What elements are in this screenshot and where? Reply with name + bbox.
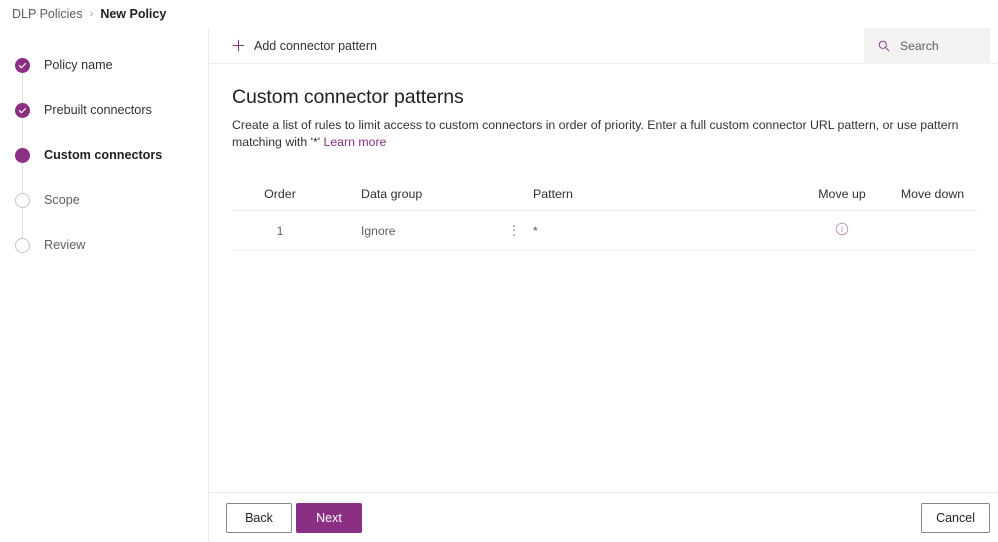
cell-move-up[interactable] bbox=[796, 222, 888, 239]
column-header-move-down: Move down bbox=[900, 186, 965, 201]
column-header-data-group: Data group bbox=[361, 186, 423, 201]
step-check-icon bbox=[15, 57, 30, 73]
sidebar-item-review[interactable]: Review bbox=[0, 230, 208, 260]
cancel-button[interactable]: Cancel bbox=[921, 503, 990, 533]
cell-data-group-value: Ignore bbox=[361, 223, 396, 238]
breadcrumb-current: New Policy bbox=[100, 7, 167, 21]
wizard-footer: Back Next Cancel bbox=[209, 492, 998, 542]
sidebar-item-label: Prebuilt connectors bbox=[44, 103, 152, 117]
wizard-sidebar: Policy name Prebuilt connectors Custom c… bbox=[0, 28, 209, 542]
sidebar-item-custom-connectors[interactable]: Custom connectors bbox=[0, 140, 208, 170]
sidebar-item-scope[interactable]: Scope bbox=[0, 185, 208, 215]
cell-pattern: * bbox=[533, 223, 538, 238]
page-description: Create a list of rules to limit access t… bbox=[232, 117, 975, 151]
breadcrumb-parent-link[interactable]: DLP Policies bbox=[12, 7, 83, 21]
data-group-more-options-icon[interactable] bbox=[510, 222, 518, 240]
sidebar-item-label: Policy name bbox=[44, 58, 113, 72]
add-connector-pattern-label: Add connector pattern bbox=[254, 38, 377, 53]
search-box[interactable] bbox=[864, 28, 990, 64]
step-pending-dot-icon bbox=[15, 192, 30, 208]
sidebar-item-label: Custom connectors bbox=[44, 148, 163, 162]
cell-order: 1 bbox=[276, 223, 284, 238]
column-header-move-up: Move up bbox=[818, 186, 866, 201]
sidebar-item-label: Review bbox=[44, 238, 86, 252]
sidebar-item-prebuilt-connectors[interactable]: Prebuilt connectors bbox=[0, 95, 208, 125]
add-connector-pattern-button[interactable]: Add connector pattern bbox=[209, 28, 387, 63]
back-button[interactable]: Back bbox=[226, 503, 292, 533]
content-panel: Add connector pattern Custom connector p… bbox=[209, 28, 998, 542]
step-current-dot-icon bbox=[15, 147, 30, 163]
info-circle-icon[interactable] bbox=[835, 222, 849, 236]
learn-more-link[interactable]: Learn more bbox=[324, 135, 387, 149]
cell-data-group: Ignore bbox=[328, 224, 528, 238]
step-pending-dot-icon bbox=[15, 237, 30, 253]
dlp-new-policy-page: DLP Policies › New Policy Policy name Pr… bbox=[0, 0, 998, 542]
main-body: Custom connector patterns Create a list … bbox=[209, 64, 998, 251]
search-icon bbox=[878, 40, 890, 52]
table-row[interactable]: 1 Ignore * bbox=[232, 211, 977, 251]
command-bar: Add connector pattern bbox=[209, 28, 998, 64]
sidebar-item-label: Scope bbox=[44, 193, 80, 207]
connector-patterns-table: Order Data group Pattern Move up Move do… bbox=[232, 177, 977, 251]
wizard-steps: Policy name Prebuilt connectors Custom c… bbox=[0, 50, 208, 260]
breadcrumb: DLP Policies › New Policy bbox=[0, 0, 998, 28]
column-header-order: Order bbox=[264, 186, 296, 201]
step-check-icon bbox=[15, 102, 30, 118]
table-header-row: Order Data group Pattern Move up Move do… bbox=[232, 177, 977, 211]
plus-icon bbox=[232, 39, 245, 52]
breadcrumb-chevron-icon: › bbox=[89, 8, 94, 20]
sidebar-item-policy-name[interactable]: Policy name bbox=[0, 50, 208, 80]
page-title: Custom connector patterns bbox=[232, 86, 464, 108]
column-header-pattern: Pattern bbox=[533, 186, 573, 201]
search-input[interactable] bbox=[898, 38, 976, 54]
next-button[interactable]: Next bbox=[296, 503, 362, 533]
